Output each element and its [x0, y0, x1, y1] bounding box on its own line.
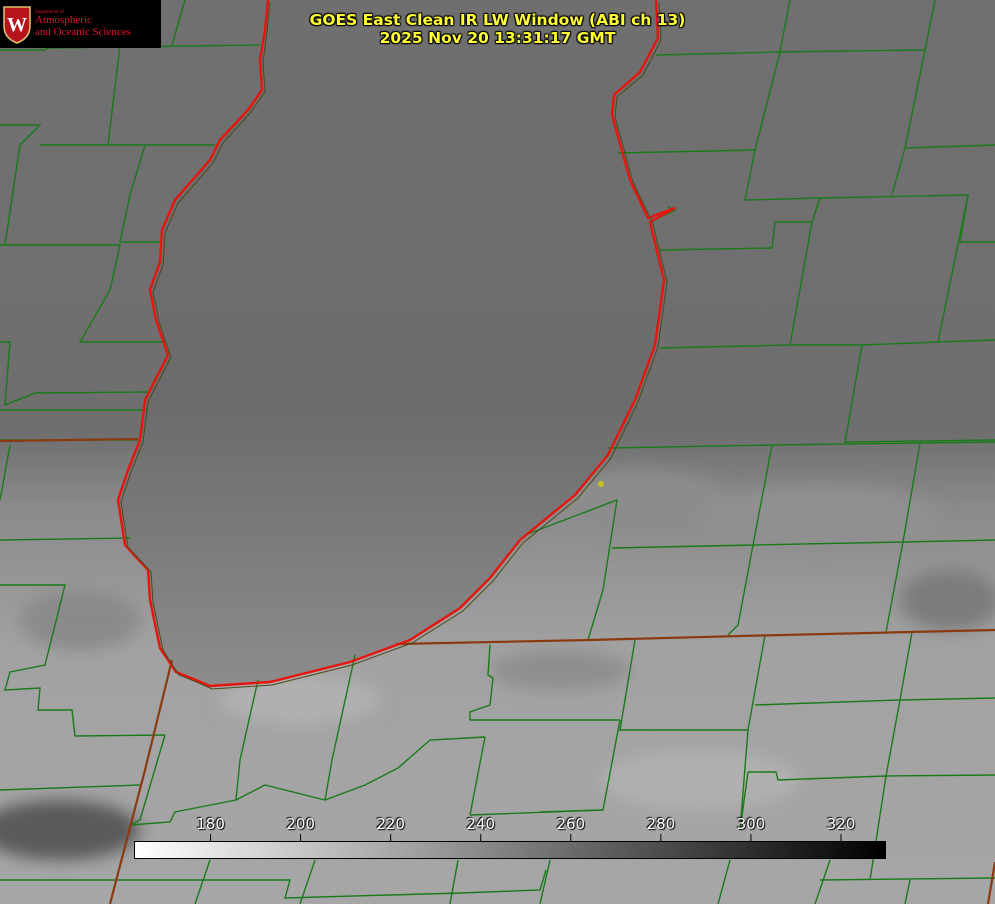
satellite-map: W Department of Atmospheric and Oceanic … [0, 0, 995, 904]
title-line-1: GOES East Clean IR LW Window (ABI ch 13) [309, 11, 686, 29]
location-marker [598, 481, 604, 487]
title-line-2: 2025 Nov 20 13:31:17 GMT [379, 29, 616, 47]
colorbar [134, 841, 886, 859]
map-canvas [0, 0, 995, 904]
image-title: GOES East Clean IR LW Window (ABI ch 13)… [0, 11, 995, 47]
